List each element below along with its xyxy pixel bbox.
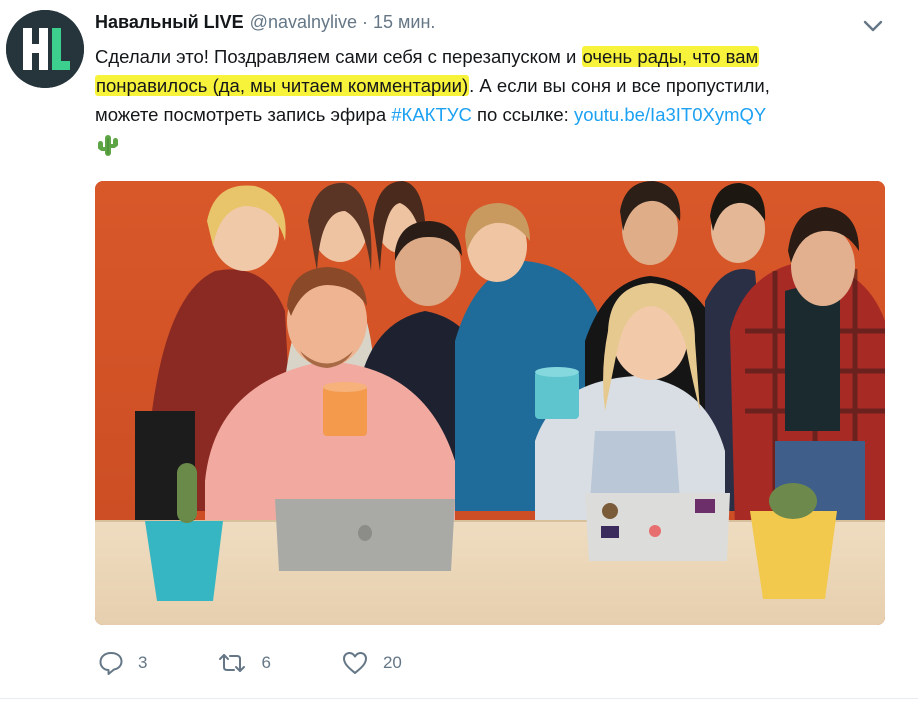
reply-count: 3: [138, 653, 148, 672]
tweet-text: Сделали это! Поздравляем сами себя с пер…: [95, 42, 895, 158]
tweet-text-line-1: Сделали это! Поздравляем сами себя с пер…: [95, 42, 895, 71]
tweet-text-line-2: понравилось (да, мы читаем комментарии).…: [95, 71, 895, 100]
retweet-count: 6: [261, 653, 271, 672]
url-link[interactable]: youtu.be/Ia3IT0XymQY: [574, 104, 766, 125]
tweet: Навальный LIVE @navalnylive · 15 мин. Сд…: [0, 0, 918, 702]
text-segment: можете посмотреть запись эфира: [95, 104, 392, 125]
timestamp[interactable]: 15 мин.: [373, 12, 435, 33]
hl-logo-icon: [6, 10, 84, 88]
user-handle[interactable]: @navalnylive: [250, 12, 357, 33]
separator-dot: ·: [362, 12, 368, 32]
text-segment: . А если вы соня и все пропустили,: [469, 75, 770, 96]
tweet-actions: 3 6 20: [98, 648, 472, 678]
hashtag-link[interactable]: #КАКТУС: [391, 104, 472, 125]
chevron-down-icon[interactable]: [860, 16, 886, 36]
divider: [0, 698, 918, 699]
text-segment: по ссылке:: [471, 104, 574, 125]
cactus-icon: [98, 135, 118, 157]
photo-group-people: [95, 181, 885, 625]
tweet-text-line-4: [95, 129, 895, 158]
highlighted-text: понравилось (да, мы читаем комментарии): [95, 75, 470, 96]
heart-icon: [342, 652, 367, 674]
tweet-header: Навальный LIVE @navalnylive · 15 мин.: [95, 12, 435, 38]
tweet-text-line-3: можете посмотреть запись эфира #КАКТУС п…: [95, 100, 895, 129]
retweet-icon: [219, 654, 246, 672]
tweet-photo[interactable]: [95, 181, 885, 625]
avatar[interactable]: [6, 10, 84, 88]
like-button[interactable]: 20: [341, 650, 402, 676]
reply-icon: [99, 652, 123, 675]
highlighted-text: очень рады, что вам: [581, 46, 760, 67]
reply-button[interactable]: 3: [98, 650, 147, 676]
text-segment: Сделали это! Поздравляем сами себя с пер…: [95, 46, 582, 67]
display-name[interactable]: Навальный LIVE: [95, 12, 244, 33]
like-count: 20: [382, 653, 402, 672]
retweet-button[interactable]: 6: [217, 651, 271, 675]
